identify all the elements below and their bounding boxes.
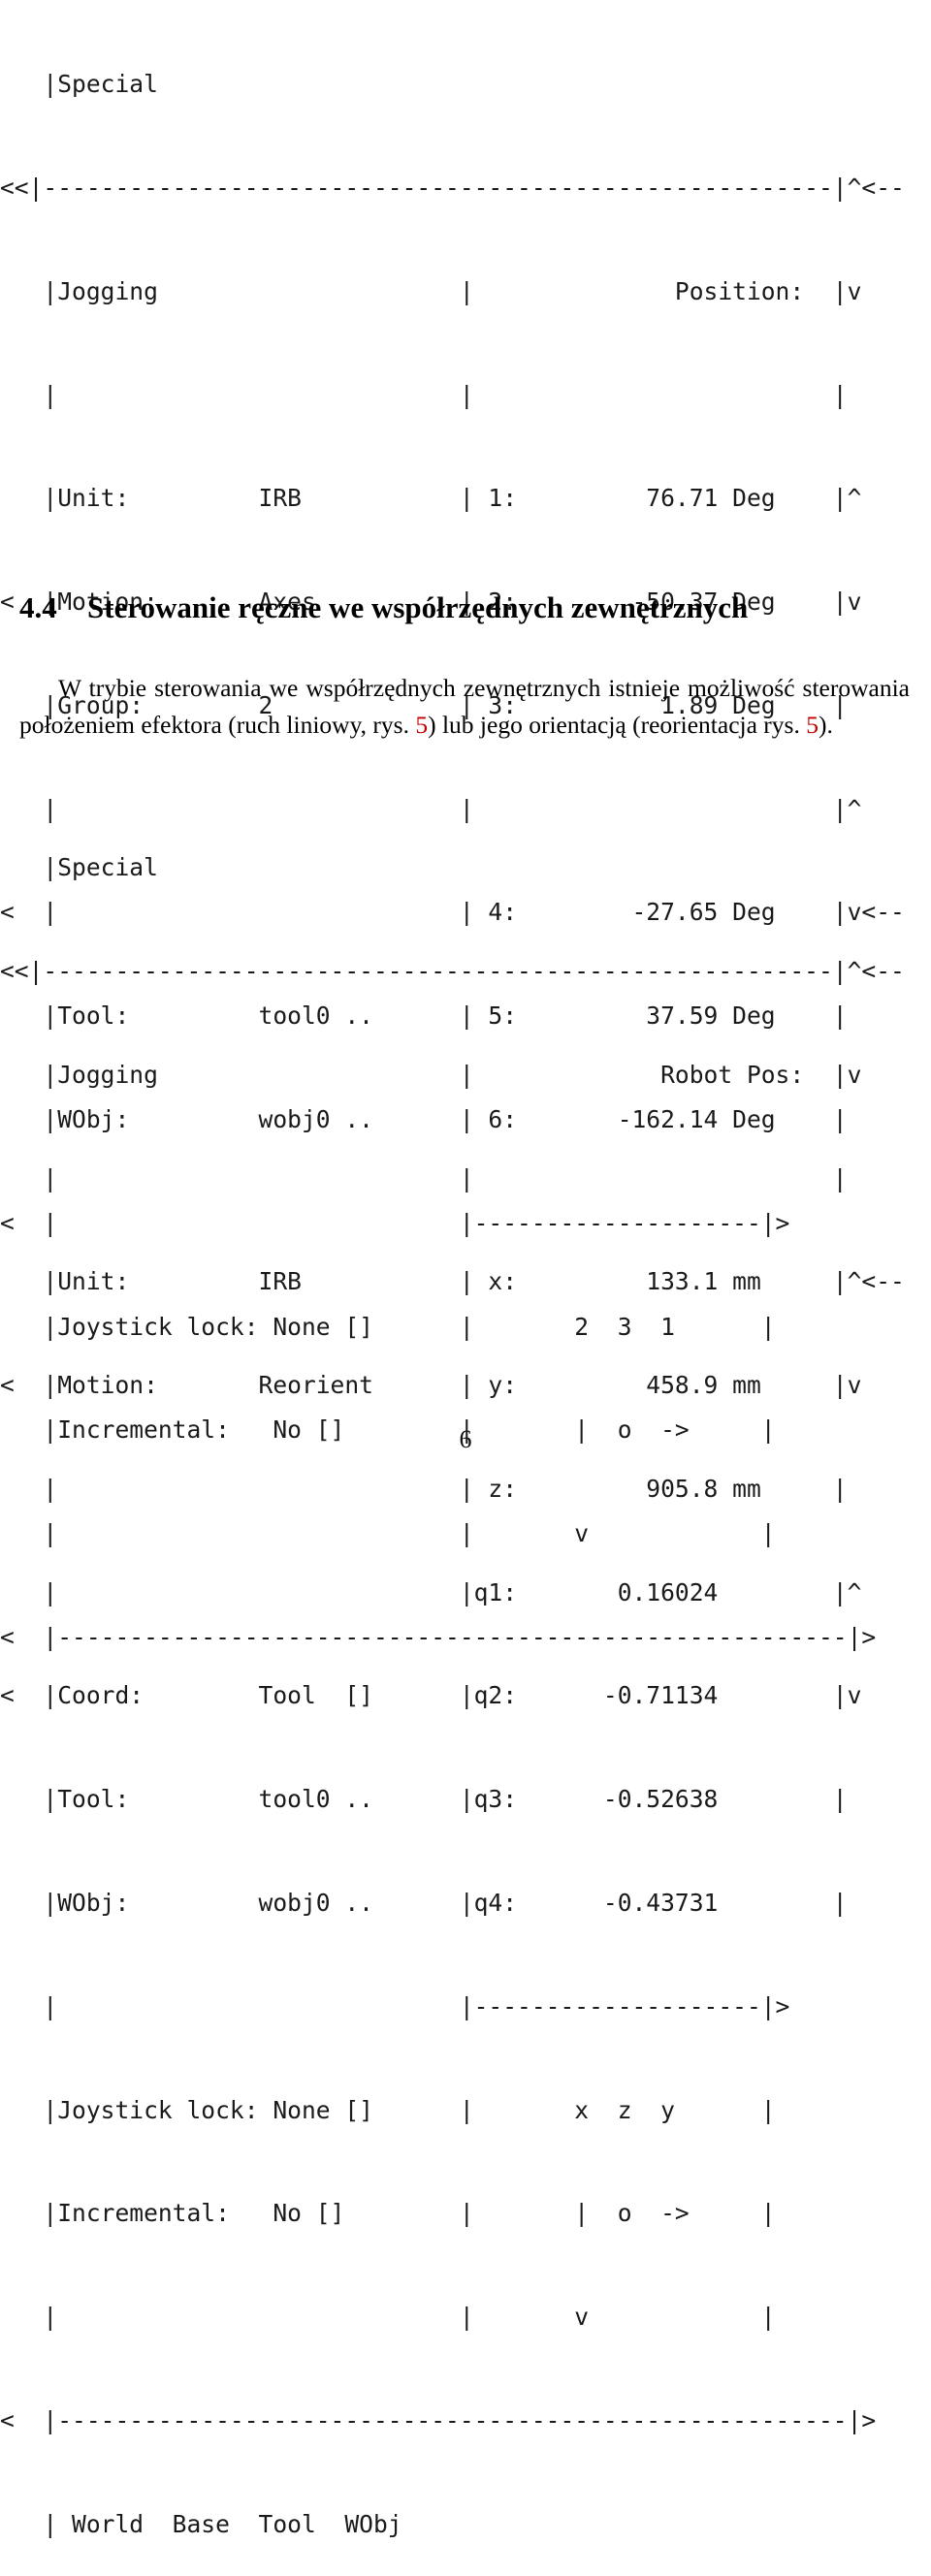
ascii-line: | | |	[0, 380, 848, 409]
ascii-line: | | |	[0, 1163, 848, 1193]
ascii-line: |Joystick lock: None [] | x z y |	[0, 2095, 776, 2124]
figure-reference-link[interactable]: 5	[415, 711, 428, 739]
ascii-line: <<|-------------------------------------…	[0, 956, 905, 985]
ascii-line: < |-------------------------------------…	[0, 2405, 877, 2434]
section-heading: 4.4 Sterowanie ręczne we współrzędnych ze…	[19, 589, 912, 626]
ascii-line: |Unit: IRB | x: 133.1 mm |^<--	[0, 1267, 905, 1296]
figure-jogging-reorient-screen: |Special <<|----------------------------…	[0, 781, 905, 2576]
body-paragraph: W trybie sterowania we współrzędnych zew…	[19, 670, 910, 745]
ascii-line: | | v |	[0, 2303, 776, 2332]
ascii-line: |Unit: IRB | 1: 76.71 Deg |^	[0, 484, 862, 513]
ascii-line: |Incremental: No [] | | o -> |	[0, 2199, 776, 2228]
paragraph-text-part3: ).	[818, 711, 833, 739]
page-number: 6	[459, 1425, 472, 1453]
ascii-line: |Special	[0, 70, 158, 99]
ascii-line: |Tool: tool0 .. |q3: -0.52638 |	[0, 1785, 848, 1814]
ascii-line: |Special	[0, 853, 158, 882]
section-number: 4.4	[19, 590, 57, 624]
section-title: Sterowanie ręczne we współrzędnych zewnę…	[87, 590, 749, 624]
ascii-line: < |Motion: Reorient | y: 458.9 mm |v	[0, 1371, 862, 1400]
ascii-line: |Jogging | Robot Pos: |v	[0, 1060, 862, 1089]
ascii-line: | |q1: 0.16024 |^	[0, 1577, 862, 1606]
ascii-line: |Jogging | Position: |v	[0, 276, 862, 305]
paragraph-text-part2: ) lub jego orientacją (reorientacja rys.	[428, 711, 807, 739]
ascii-line: | |--------------------|>	[0, 1991, 790, 2020]
ascii-line: < |Coord: Tool [] |q2: -0.71134 |v	[0, 1681, 862, 1710]
ascii-line: <<|-------------------------------------…	[0, 173, 905, 202]
figure-reference-link[interactable]: 5	[806, 711, 819, 739]
ascii-line: |WObj: wobj0 .. |q4: -0.43731 |	[0, 1889, 848, 1917]
ascii-line: | | z: 905.8 mm |	[0, 1474, 848, 1503]
ascii-line: | World Base Tool WObj	[0, 2509, 402, 2538]
